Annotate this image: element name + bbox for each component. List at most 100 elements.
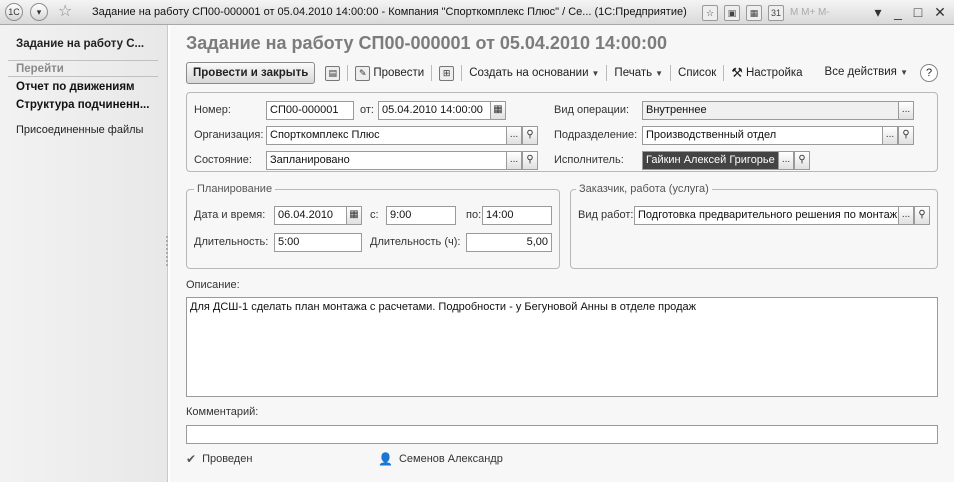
date-label: от:: [360, 104, 374, 116]
app-logo-icon[interactable]: 1С: [5, 3, 23, 21]
create-based-on-label: Создать на основании: [469, 67, 589, 79]
planning-datetime-label: Дата и время:: [194, 209, 266, 221]
date-field[interactable]: 05.04.2010 14:00:00 ▦: [378, 101, 506, 120]
list-button[interactable]: Список: [674, 67, 720, 79]
planning-to-field[interactable]: 14:00: [482, 206, 552, 225]
chevron-down-icon: ▼: [655, 68, 664, 78]
divider: [347, 65, 349, 81]
dropdown-icon[interactable]: ▾: [868, 2, 888, 22]
customer-group: [570, 189, 938, 269]
author-status: 👤 Семенов Александр: [378, 452, 503, 466]
select-button[interactable]: ...: [882, 127, 898, 144]
save-button[interactable]: ▤: [321, 65, 344, 81]
select-button[interactable]: ...: [898, 102, 913, 119]
divider: [723, 65, 725, 81]
description-field[interactable]: Для ДСШ-1 сделать план монтажа с расчета…: [186, 297, 938, 397]
all-actions-label: Все действия: [824, 66, 897, 78]
search-icon[interactable]: ⚲: [914, 207, 929, 224]
calendar-icon[interactable]: ▦: [346, 207, 361, 224]
help-button[interactable]: ?: [920, 64, 938, 82]
planning-date-value: 06.04.2010: [278, 209, 334, 221]
search-icon[interactable]: ⚲: [522, 152, 537, 169]
planning-from-label: с:: [370, 209, 379, 221]
document-structure-button[interactable]: ⊞: [435, 65, 458, 81]
post-button[interactable]: ✎ Провести: [351, 65, 428, 81]
duration-hours-label: Длительность (ч):: [370, 236, 461, 248]
minimize-icon[interactable]: _: [888, 2, 908, 22]
date-value: 05.04.2010 14:00:00: [382, 104, 483, 116]
bookmark-icon[interactable]: ▣: [724, 4, 740, 21]
favorite-star-icon[interactable]: ☆: [58, 3, 72, 21]
nav-link-subordinate-structure[interactable]: Структура подчиненн...: [16, 99, 149, 111]
document-form: Задание на работу СП00-000001 от 05.04.2…: [170, 25, 954, 482]
planning-to-label: по:: [466, 209, 482, 221]
select-button[interactable]: ...: [506, 127, 522, 144]
executor-label: Исполнитель:: [554, 154, 624, 166]
planning-group: [186, 189, 560, 269]
organization-label: Организация:: [194, 129, 264, 141]
planning-from-field[interactable]: 9:00: [386, 206, 456, 225]
main-menu-chevron-icon[interactable]: ▾: [30, 3, 48, 21]
state-field[interactable]: Запланировано ... ⚲: [266, 151, 538, 170]
select-button[interactable]: ...: [898, 207, 914, 224]
operation-label: Вид операции:: [554, 104, 630, 116]
posted-check-icon: ✔: [186, 452, 197, 466]
number-field[interactable]: СП00-000001: [266, 101, 354, 120]
comment-field[interactable]: [186, 425, 938, 444]
author-name: Семенов Александр: [398, 453, 503, 465]
page-title: Задание на работу СП00-000001 от 05.04.2…: [186, 33, 668, 53]
planning-date-field[interactable]: 06.04.2010 ▦: [274, 206, 362, 225]
print-label: Печать: [614, 67, 653, 79]
posted-status: ✔ Проведен: [186, 452, 252, 466]
print-button[interactable]: Печать ▼: [610, 67, 667, 79]
comment-label: Комментарий:: [186, 406, 259, 418]
window-title: Задание на работу СП00-000001 от 05.04.2…: [92, 6, 687, 18]
nav-document-title[interactable]: Задание на работу С...: [16, 38, 144, 50]
executor-field[interactable]: Гайкин Алексей Григорье ... ⚲: [642, 151, 810, 170]
search-icon[interactable]: ⚲: [794, 152, 809, 169]
operation-field[interactable]: Внутреннее ...: [642, 101, 914, 120]
chevron-down-icon: ▼: [591, 68, 600, 78]
calculator-icon[interactable]: ▦: [746, 4, 762, 21]
executor-value: Гайкин Алексей Григорье: [646, 154, 775, 166]
nav-link-attached-files[interactable]: Присоединенные файлы: [16, 124, 143, 136]
organization-value: Спорткомплекс Плюс: [270, 129, 380, 141]
create-based-on-button[interactable]: Создать на основании ▼: [465, 67, 603, 79]
search-icon[interactable]: ⚲: [522, 127, 537, 144]
organization-field[interactable]: Спорткомплекс Плюс ... ⚲: [266, 126, 538, 145]
all-actions-button[interactable]: Все действия ▼: [825, 66, 908, 78]
duration-field[interactable]: 5:00: [274, 233, 362, 252]
planning-group-title: Планирование: [194, 183, 276, 195]
divider: [8, 76, 158, 77]
favorites-icon[interactable]: ☆: [702, 4, 718, 21]
customer-group-title: Заказчик, работа (услуга): [576, 183, 712, 195]
chevron-down-icon: ▼: [900, 68, 908, 77]
panel-splitter[interactable]: [166, 236, 169, 266]
department-field[interactable]: Производственный отдел ... ⚲: [642, 126, 914, 145]
maximize-icon[interactable]: □: [908, 2, 928, 22]
calendar-icon[interactable]: ▦: [490, 102, 505, 119]
wrench-icon: ⚒: [731, 65, 743, 80]
work-type-field[interactable]: Подготовка предварительного решения по м…: [634, 206, 930, 225]
memory-buttons[interactable]: M M+ M-: [790, 7, 830, 18]
select-button[interactable]: ...: [778, 152, 794, 169]
number-label: Номер:: [194, 104, 231, 116]
divider: [606, 65, 608, 81]
divider: [431, 65, 433, 81]
goto-header: Перейти: [16, 63, 64, 75]
user-icon: 👤: [378, 452, 393, 466]
calendar-icon[interactable]: 31: [768, 4, 784, 21]
work-type-value: Подготовка предварительного решения по м…: [638, 209, 898, 221]
duration-hours-field[interactable]: 5,00: [466, 233, 552, 252]
title-tools: ☆ ▣ ▦ 31 M M+ M-: [702, 4, 830, 21]
settings-button[interactable]: ⚒ Настройка: [727, 65, 806, 81]
nav-link-movements-report[interactable]: Отчет по движениям: [16, 81, 135, 93]
state-label: Состояние:: [194, 154, 252, 166]
post-and-close-button[interactable]: Провести и закрыть: [186, 62, 316, 84]
save-icon: ▤: [325, 65, 341, 81]
close-icon[interactable]: ✕: [930, 2, 950, 22]
department-label: Подразделение:: [554, 129, 638, 141]
post-label: Провести: [373, 67, 425, 79]
search-icon[interactable]: ⚲: [898, 127, 913, 144]
select-button[interactable]: ...: [506, 152, 522, 169]
